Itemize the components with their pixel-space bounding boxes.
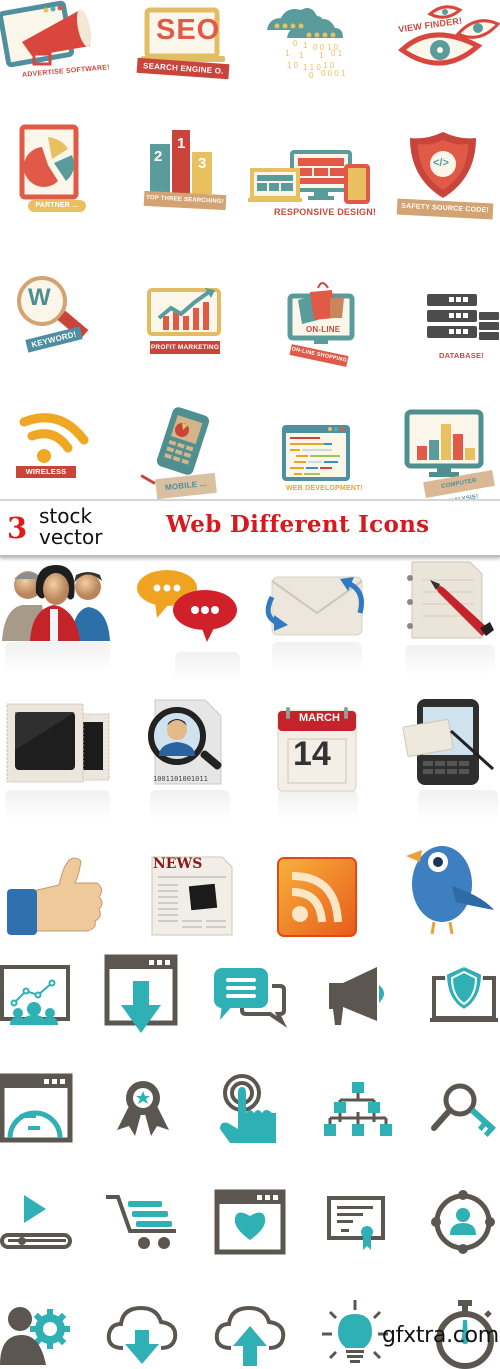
browser-speedometer-icon — [0, 1073, 73, 1143]
award-ribbon-icon — [115, 1078, 171, 1138]
svg-text:0 0 0 1: 0 0 0 1 — [321, 69, 346, 78]
blue-bird-icon — [402, 836, 497, 941]
thumbs-up-icon — [5, 845, 105, 937]
video-player-icon — [0, 1195, 74, 1251]
keyword-letter: W — [28, 284, 51, 311]
reflection — [405, 645, 495, 675]
monitor-bar-chart-icon — [404, 409, 484, 480]
binary-cloud-icon: 010 01 0 1110 1 1 01 1 01 0 00 0 0 1 — [265, 4, 346, 82]
svg-text:0 1: 0 1 — [331, 49, 343, 58]
retro-label: SAFETY SOURCE CODE! — [396, 198, 494, 220]
chat-icon — [214, 966, 288, 1028]
rss-icon — [276, 856, 358, 938]
rank-2: 2 — [154, 148, 163, 165]
browser-download-icon — [104, 954, 178, 1035]
photo-frames-icon — [3, 700, 113, 785]
search-key-icon — [430, 1082, 498, 1138]
reflection — [5, 790, 110, 820]
reflection — [175, 652, 240, 682]
presentation-team-icon — [0, 963, 72, 1025]
laptop-shield-icon — [430, 964, 498, 1026]
brand-text: stock vector — [39, 506, 102, 548]
shopping-monitor-icon — [287, 278, 358, 350]
megaphone-icon — [325, 963, 387, 1025]
light-bulb-icon — [320, 1300, 390, 1366]
rank-3: 3 — [198, 155, 207, 172]
cloud-download-icon — [105, 1302, 179, 1364]
chat-bubbles-icon — [135, 566, 240, 644]
svg-text:1: 1 — [285, 49, 290, 58]
retro-label: TOP THREE SEARCHING! — [143, 190, 227, 211]
reflection — [150, 790, 230, 820]
responsive-devices-icon — [248, 150, 370, 205]
rank-1: 1 — [177, 135, 186, 152]
reflection — [5, 642, 110, 672]
growth-chart-laptop-icon — [145, 288, 225, 344]
mail-sync-icon — [262, 573, 372, 643]
retro-label: PROFIT MARKETING — [150, 341, 220, 354]
title-banner: 3 stock vector Web Different Icons — [0, 499, 500, 557]
retro-label: WIRELESS — [16, 466, 76, 478]
cloud-upload-icon — [213, 1302, 287, 1366]
retro-label: WEB DEVELOPMENT! — [286, 485, 364, 492]
binary-text: 1001101001011 — [153, 775, 208, 783]
touch-finger-icon — [220, 1073, 280, 1145]
seo-screen-text: SEO — [156, 14, 221, 46]
code-glyph: </> — [433, 157, 449, 169]
calendar-day: 14 — [293, 735, 331, 773]
user-target-icon — [428, 1187, 498, 1257]
browser-heart-icon — [214, 1189, 286, 1255]
watermark: gfxtra.com — [382, 1323, 499, 1348]
svg-text:1: 1 — [319, 51, 324, 60]
reflection — [272, 642, 362, 672]
phone-mail-icon — [402, 697, 498, 787]
code-window-icon — [280, 423, 352, 483]
calendar-month: MARCH — [299, 712, 340, 724]
notepad-pencil-icon — [400, 560, 495, 640]
page-title: Web Different Icons — [166, 511, 430, 538]
tablet-pie-chart-icon — [12, 124, 82, 200]
wifi-icon — [19, 412, 89, 463]
svg-text:1: 1 — [303, 41, 308, 50]
shopping-cart-icon — [106, 1193, 178, 1251]
retro-label: PARTNER ... — [28, 200, 86, 212]
retro-label: DATABASE! — [439, 351, 484, 360]
svg-text:0: 0 — [309, 71, 314, 80]
mobile-phone-icon — [150, 407, 214, 478]
svg-text:0: 0 — [293, 39, 298, 48]
monitor-screen-text: ON-LINE — [306, 325, 341, 334]
sitemap-icon — [324, 1082, 392, 1138]
brand-text-line1: stock — [39, 504, 93, 528]
reflection — [278, 790, 358, 820]
brand-text-line2: vector — [39, 525, 103, 549]
retro-label: RESPONSIVE DESIGN! — [274, 207, 377, 217]
svg-text:1 0: 1 0 — [287, 61, 299, 70]
reflection — [418, 790, 498, 820]
people-group-icon — [2, 563, 112, 643]
eyes-icon — [398, 2, 500, 72]
news-headline: NEWS — [153, 856, 203, 872]
certificate-icon — [327, 1196, 387, 1252]
svg-text:1: 1 — [299, 51, 304, 60]
database-servers-icon — [425, 292, 500, 344]
user-settings-icon — [0, 1305, 72, 1365]
brand-number: 3 — [7, 511, 28, 545]
